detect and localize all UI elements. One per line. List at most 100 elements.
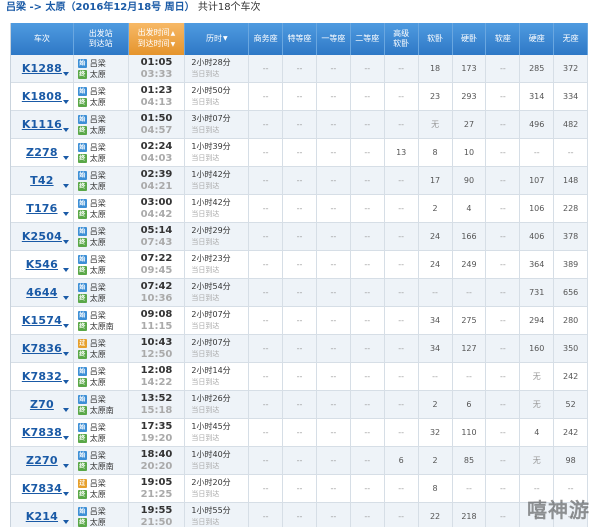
train-cell[interactable]: K546 [11,251,74,278]
train-number-link[interactable]: Z278 [26,146,58,159]
depart-time: 01:05 [140,56,173,68]
table-row[interactable]: 4644 始吕梁终太原 07:42 10:36 2小时54分 当日到达 -- -- -- -- --… [11,279,589,307]
col-soft-berth: 软卧 [419,23,453,55]
train-cell[interactable]: K1574 [11,307,74,334]
caret-down-icon[interactable] [62,520,69,524]
train-number-link[interactable]: K1116 [22,118,62,131]
table-header: 车次 出发站 到达站 出发时间▲ 到达时间▼ 历时 ▼ 商务座 特等座 一等座 二等座… [11,23,589,55]
caret-down-icon[interactable] [62,296,69,300]
seat-no-seat: 656 [554,279,589,306]
depart-time: 17:35 [140,420,173,432]
caret-down-icon[interactable] [62,184,69,188]
train-cell[interactable]: K1288 [11,55,74,82]
train-number-link[interactable]: K1574 [22,314,62,327]
train-cell[interactable]: K7838 [11,419,74,446]
arrive-time: 19:20 [140,432,173,444]
from-station: 吕梁 [89,282,106,292]
caret-down-icon[interactable] [62,156,69,160]
caret-down-icon[interactable] [62,100,69,104]
from-station: 吕梁 [89,114,106,124]
train-cell[interactable]: Z278 [11,139,74,166]
train-cell[interactable]: K2504 [11,223,74,250]
table-row[interactable]: K546 始吕梁终太原 07:22 09:45 2小时23分 当日到达 -- -- -- -- --… [11,251,589,279]
seat-soft-berth: 32 [419,419,453,446]
caret-down-icon[interactable] [62,380,69,384]
train-number-link[interactable]: Z70 [30,398,54,411]
table-row[interactable]: K7832 始吕梁终太原 12:08 14:22 2小时14分 当日到达 -- -- -- -- -… [11,363,589,391]
caret-down-icon[interactable] [62,324,69,328]
train-number-link[interactable]: 4644 [26,286,57,299]
seat-special: -- [283,251,317,278]
seat-soft-berth: 17 [419,167,453,194]
table-row[interactable]: Z270 始吕梁终太原南 18:40 20:20 1小时40分 当日到达 -- -- -- -- 6… [11,447,589,475]
train-number-link[interactable]: K7836 [22,342,62,355]
table-row[interactable]: K1574 始吕梁终太原南 09:08 11:15 2小时07分 当日到达 -- -- -- --… [11,307,589,335]
train-cell[interactable]: 4644 [11,279,74,306]
start-station-icon: 过 [77,338,87,348]
train-cell[interactable]: Z70 [11,391,74,418]
depart-time: 02:24 [140,140,173,152]
col-station[interactable]: 出发站 到达站 [74,23,129,55]
train-number-link[interactable]: K546 [26,258,58,271]
table-row[interactable]: K1288 始吕梁终太原 01:05 03:33 2小时28分 当日到达 -- -- -- -- -… [11,55,589,83]
caret-down-icon[interactable] [62,128,69,132]
seat-soft-berth: 8 [419,475,453,502]
caret-down-icon[interactable] [62,352,69,356]
train-number-link[interactable]: K7832 [22,370,62,383]
seat-first: -- [317,447,351,474]
train-number-link[interactable]: Z270 [26,454,58,467]
train-number-link[interactable]: K214 [26,510,58,523]
table-row[interactable]: K1116 始吕梁终太原 01:50 04:57 3小时07分 当日到达 -- -- -- -- -… [11,111,589,139]
train-cell[interactable]: T42 [11,167,74,194]
caret-down-icon[interactable] [62,464,69,468]
seat-hard-berth: 6 [453,391,487,418]
table-row[interactable]: T176 始吕梁终太原 03:00 04:42 1小时42分 当日到达 -- -- -- -- --… [11,195,589,223]
table-row[interactable]: K214 始吕梁终太原 19:55 21:50 1小时55分 当日到达 -- -- -- -- --… [11,503,589,527]
to-station: 太原 [89,153,106,163]
col-train-label: 车次 [33,34,50,43]
table-row[interactable]: K7834 过吕梁终太原 19:05 21:25 2小时20分 当日到达 -- -- -- -- -… [11,475,589,503]
arrival-note: 当日到达 [191,98,220,106]
train-number-link[interactable]: T42 [30,174,53,187]
col-duration[interactable]: 历时 ▼ [185,23,250,55]
table-row[interactable]: K1808 始吕梁终太原 01:23 04:13 2小时50分 当日到达 -- -- -- -- -… [11,83,589,111]
train-number-link[interactable]: K7838 [22,426,62,439]
start-station-icon: 始 [77,506,87,516]
train-cell[interactable]: Z270 [11,447,74,474]
table-row[interactable]: K7836 过吕梁终太原 10:43 12:50 2小时07分 当日到达 -- -- -- -- -… [11,335,589,363]
time-cell: 19:05 21:25 [129,475,186,502]
table-row[interactable]: T42 始吕梁终太原 02:39 04:21 1小时42分 当日到达 -- -- -- -- -- 1… [11,167,589,195]
caret-down-icon[interactable] [62,436,69,440]
caret-down-icon[interactable] [62,212,69,216]
table-row[interactable]: Z70 始吕梁终太原南 13:52 15:18 1小时26分 当日到达 -- -- -- -- --… [11,391,589,419]
train-cell[interactable]: K7834 [11,475,74,502]
caret-down-icon[interactable] [62,72,69,76]
duration-cell: 2小时07分 当日到达 [185,307,250,334]
train-cell[interactable]: K214 [11,503,74,527]
table-row[interactable]: Z278 始吕梁终太原 02:24 04:03 1小时39分 当日到达 -- -- -- -- 13… [11,139,589,167]
train-cell[interactable]: K1808 [11,83,74,110]
train-cell[interactable]: T176 [11,195,74,222]
col-train[interactable]: 车次 [11,23,74,55]
caret-down-icon[interactable] [62,408,69,412]
train-number-link[interactable]: K2504 [22,230,62,243]
caret-down-icon[interactable] [62,492,69,496]
caret-down-icon[interactable] [62,268,69,272]
col-hard-seat-label: 硬座 [528,34,545,43]
seat-hard-seat: 无 [520,447,555,474]
train-number-link[interactable]: K7834 [22,482,62,495]
col-time[interactable]: 出发时间▲ 到达时间▼ [128,23,186,55]
train-cell[interactable]: K1116 [11,111,74,138]
table-row[interactable]: K2504 始吕梁终太原 05:14 07:43 2小时29分 当日到达 -- -- -- -- -… [11,223,589,251]
train-cell[interactable]: K7836 [11,335,74,362]
caret-down-icon[interactable] [62,240,69,244]
depart-time: 09:08 [140,308,173,320]
train-number-link[interactable]: K1288 [22,62,62,75]
train-number-link[interactable]: K1808 [22,90,62,103]
seat-soft-berth: 24 [419,251,453,278]
seat-special: -- [283,503,317,527]
to-station: 太原 [89,349,106,359]
table-row[interactable]: K7838 始吕梁终太原 17:35 19:20 1小时45分 当日到达 -- -- -- -- -… [11,419,589,447]
train-number-link[interactable]: T176 [26,202,57,215]
train-cell[interactable]: K7832 [11,363,74,390]
